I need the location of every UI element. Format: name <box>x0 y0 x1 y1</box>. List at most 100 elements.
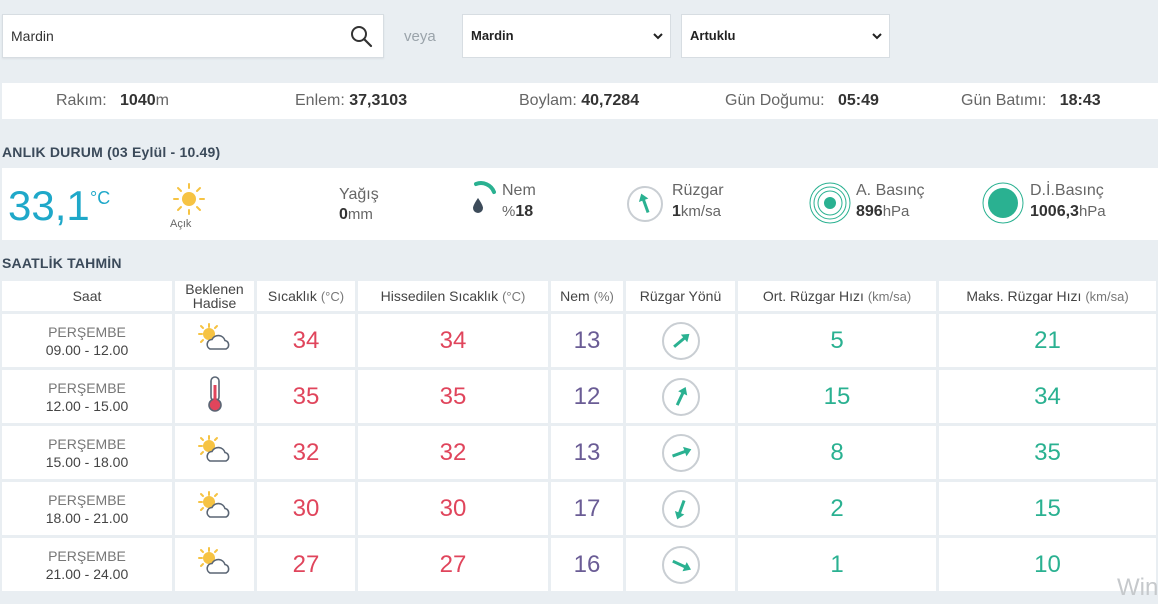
sea-pressure-unit: hPa <box>1078 203 1106 220</box>
altitude-value: 1040 <box>120 92 156 109</box>
longitude-value: 40,7284 <box>581 92 640 109</box>
header-event-line1: Beklenen <box>185 281 244 297</box>
table-row: PERŞEMBE 21.00 - 24.00 27 27 16 1 10 <box>2 538 1156 591</box>
header-temp-label: Sıcaklık <box>267 287 317 304</box>
header-avg-wind: Ort. Rüzgar Hızı (km/sa) <box>738 281 936 311</box>
latitude: Enlem: 37,3103 <box>295 83 407 119</box>
event-cell <box>175 370 254 423</box>
temp-cell: 35 <box>257 370 355 423</box>
avg-wind-cell: 15 <box>738 370 936 423</box>
latitude-label: Enlem: <box>295 92 345 109</box>
district-select[interactable]: Artuklu <box>681 14 890 58</box>
feels-cell: 27 <box>358 538 548 591</box>
hours-label: 12.00 - 15.00 <box>45 397 129 414</box>
humidity-cell: 12 <box>551 370 623 423</box>
temp-cell: 30 <box>257 482 355 535</box>
wind-direction-icon <box>661 545 701 584</box>
current-temperature-unit: °C <box>90 188 111 208</box>
max-wind-cell: 35 <box>939 426 1156 479</box>
header-humidity: Nem (%) <box>551 281 623 311</box>
humidity-value: 18 <box>515 203 534 220</box>
wind-unit: km/sa <box>680 203 721 220</box>
current-section-title: ANLIK DURUM (03 Eylül - 10.49) <box>2 144 220 160</box>
sun-icon <box>173 183 205 215</box>
feels-cell: 34 <box>358 314 548 367</box>
time-cell: PERŞEMBE 15.00 - 18.00 <box>2 426 172 479</box>
header-avg-wind-unit: (km/sa) <box>867 288 912 304</box>
wind-dir-cell <box>626 426 735 479</box>
search-input[interactable] <box>11 15 341 57</box>
longitude: Boylam: 40,7284 <box>519 83 639 119</box>
time-cell: PERŞEMBE 09.00 - 12.00 <box>2 314 172 367</box>
hours-label: 18.00 - 21.00 <box>45 509 129 526</box>
event-cell <box>175 482 254 535</box>
time-cell: PERŞEMBE 21.00 - 24.00 <box>2 538 172 591</box>
max-wind-cell: 21 <box>939 314 1156 367</box>
event-cell <box>175 538 254 591</box>
header-time: Saat <box>2 281 172 311</box>
sunset-value: 18:43 <box>1059 92 1101 109</box>
humidity-cell: 17 <box>551 482 623 535</box>
wind-amount: 1km/sa <box>672 203 721 221</box>
sunset-label: Gün Batımı: <box>961 92 1047 109</box>
temp-cell: 34 <box>257 314 355 367</box>
hourly-section-title: SAATLİK TAHMİN <box>2 255 122 271</box>
humidity-icon <box>473 181 496 213</box>
max-wind-cell: 15 <box>939 482 1156 535</box>
header-feels-unit: (°C) <box>502 288 526 304</box>
current-date: (03 Eylül - 10.49) <box>107 144 221 160</box>
feels-cell: 30 <box>358 482 548 535</box>
pressure-icon <box>809 182 851 224</box>
wind-direction-icon <box>661 433 701 472</box>
avg-wind-cell: 2 <box>738 482 936 535</box>
rain-amount: 0mm <box>339 206 373 224</box>
temp-cell: 32 <box>257 426 355 479</box>
feels-cell: 35 <box>358 370 548 423</box>
pressure-unit: hPa <box>882 203 910 220</box>
max-wind-cell: 34 <box>939 370 1156 423</box>
temp-cell: 27 <box>257 538 355 591</box>
wind-dir-cell <box>626 370 735 423</box>
rain-unit: mm <box>347 206 373 223</box>
search-icon[interactable] <box>349 24 373 48</box>
header-humidity-unit: (%) <box>593 288 614 304</box>
sunrise-value: 05:49 <box>837 92 879 109</box>
forecast-body: PERŞEMBE 09.00 - 12.00 34 34 13 5 21 PER… <box>2 314 1156 591</box>
header-max-wind: Maks. Rüzgar Hızı (km/sa) <box>939 281 1156 311</box>
header-wind-dir: Rüzgar Yönü <box>626 281 735 311</box>
header-avg-wind-label: Ort. Rüzgar Hızı <box>762 287 864 304</box>
day-label: PERŞEMBE <box>48 323 126 340</box>
chevron-down-icon <box>872 33 882 40</box>
wind-direction-icon <box>661 321 701 360</box>
day-label: PERŞEMBE <box>48 435 126 452</box>
wind-dir-cell <box>626 482 735 535</box>
humidity-label: Nem <box>502 182 536 199</box>
hourly-forecast-table: Saat Beklenen Hadise Sıcaklık (°C) Hisse… <box>0 278 1158 594</box>
table-row: PERŞEMBE 09.00 - 12.00 34 34 13 5 21 <box>2 314 1156 367</box>
partly-sunny-icon <box>196 546 234 583</box>
chevron-down-icon <box>653 33 663 40</box>
current-title: ANLIK DURUM <box>2 144 103 160</box>
wind-dir-cell <box>626 314 735 367</box>
wind-direction-icon <box>627 186 663 222</box>
table-header-row: Saat Beklenen Hadise Sıcaklık (°C) Hisse… <box>2 281 1156 311</box>
header-max-wind-unit: (km/sa) <box>1085 288 1129 304</box>
altitude: Rakım: 1040m <box>56 83 169 119</box>
pressure-amount: 896hPa <box>856 203 909 221</box>
hours-label: 09.00 - 12.00 <box>45 341 129 358</box>
wind-direction-icon <box>661 377 701 416</box>
humidity-cell: 13 <box>551 314 623 367</box>
feels-cell: 32 <box>358 426 548 479</box>
event-cell <box>175 314 254 367</box>
time-cell: PERŞEMBE 12.00 - 15.00 <box>2 370 172 423</box>
avg-wind-cell: 8 <box>738 426 936 479</box>
current-temperature: 33,1 <box>8 182 90 229</box>
rain-value: 0 <box>339 206 348 223</box>
current-conditions-panel: 33,1 °C Açık Yağış 0mm Nem %18 Rüzgar 1k… <box>2 168 1158 240</box>
wind-value: 1 <box>672 203 681 220</box>
province-select[interactable]: Mardin <box>462 14 671 58</box>
humidity-prefix: % <box>502 203 516 220</box>
pressure-label: A. Basınç <box>856 182 925 199</box>
pressure-value: 896 <box>856 203 883 220</box>
header-humidity-label: Nem <box>560 287 590 304</box>
